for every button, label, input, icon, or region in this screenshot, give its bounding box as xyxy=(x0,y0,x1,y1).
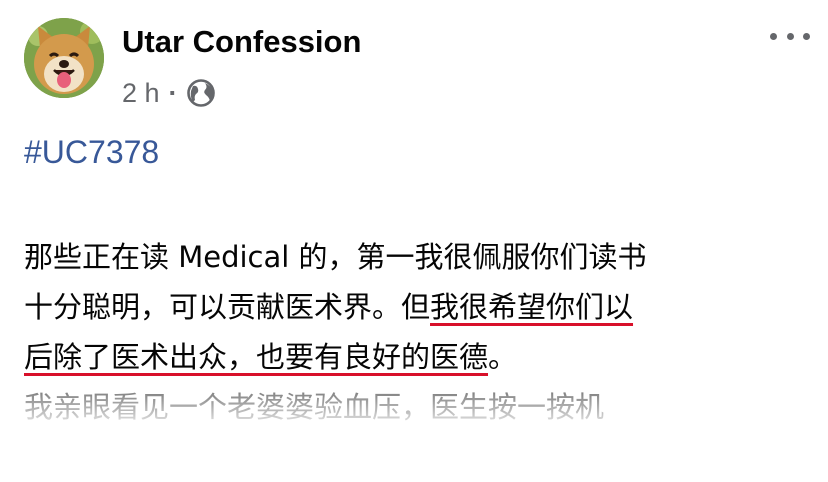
shiba-dog-avatar-icon xyxy=(24,18,104,98)
post-time[interactable]: 2 h xyxy=(122,78,160,109)
page-avatar[interactable] xyxy=(24,18,104,98)
post-text-line: 十分聪明，可以贡献医术界。但我很希望你们以 xyxy=(24,290,634,324)
meta-separator: · xyxy=(168,77,178,108)
post-body: 那些正在读 Medical 的，第一我很佩服你们读书 十分聪明，可以贡献医术界。… xyxy=(24,232,814,432)
page-name[interactable]: Utar Confession xyxy=(122,24,361,60)
post-text-line-faded: 我亲眼看见一个老婆婆验血压，医生按一按机 xyxy=(24,390,605,424)
more-horizontal-icon-dot xyxy=(803,32,810,40)
more-horizontal-icon-dot xyxy=(770,32,777,40)
post-text-line: 后除了医术出众，也要有良好的医德。 xyxy=(24,340,518,374)
underlined-text: 我很希望你们以 xyxy=(430,290,634,324)
hashtag-link[interactable]: #UC7378 xyxy=(24,134,159,171)
more-options-button[interactable] xyxy=(770,24,810,48)
more-horizontal-icon-dot xyxy=(786,32,794,40)
globe-icon[interactable] xyxy=(186,78,216,108)
post-meta: 2 h · xyxy=(122,76,216,110)
underlined-text: 后除了医术出众，也要有良好的医德 xyxy=(24,340,489,374)
post-text-line: 那些正在读 Medical 的，第一我很佩服你们读书 xyxy=(24,240,647,274)
